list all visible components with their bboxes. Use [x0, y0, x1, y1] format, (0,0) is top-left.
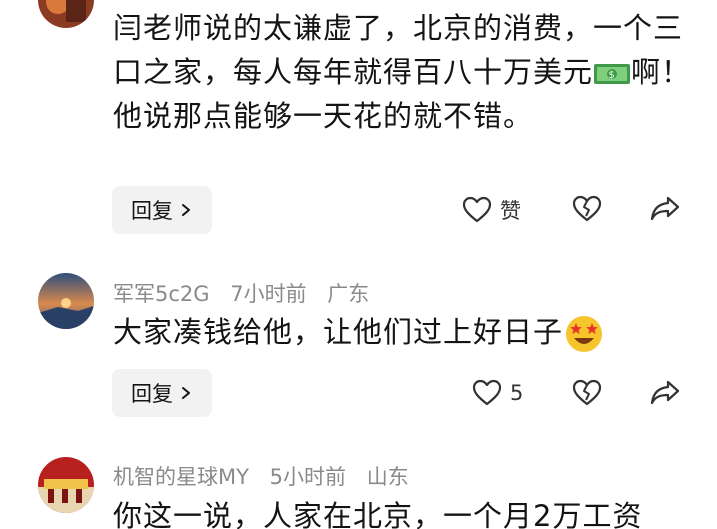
reply-button[interactable]: 回复: [112, 369, 212, 417]
dislike-button[interactable]: [572, 195, 602, 223]
broken-heart-icon: [572, 379, 602, 406]
like-button[interactable]: 5: [472, 379, 523, 407]
broken-heart-icon: [572, 195, 602, 222]
share-button[interactable]: [650, 379, 680, 407]
like-count: 5: [510, 381, 524, 405]
heart-outline-icon: [462, 196, 492, 223]
comment-text: 大家凑钱给他，让他们过上好日子: [113, 310, 703, 354]
reply-button[interactable]: 回复: [112, 186, 212, 234]
avatar[interactable]: [38, 0, 94, 28]
share-button[interactable]: [650, 195, 680, 223]
region: 山东: [366, 465, 409, 489]
chevron-right-icon: [182, 387, 190, 399]
avatar[interactable]: [38, 273, 94, 329]
share-arrow-icon: [650, 196, 680, 221]
region: 广东: [327, 282, 370, 306]
comment-text: 你这一说，人家在北京，一个月2万工资: [113, 499, 643, 529]
avatar[interactable]: [38, 457, 94, 513]
chevron-right-icon: [182, 204, 190, 216]
like-button[interactable]: 赞: [462, 195, 521, 225]
username[interactable]: 军军5c2G: [113, 282, 210, 306]
timestamp: 7小时前: [230, 282, 307, 306]
share-arrow-icon: [650, 380, 680, 405]
comment-meta: 机智的星球MY 5小时前 山东: [113, 461, 409, 491]
star-struck-emoji: [566, 316, 603, 352]
dislike-button[interactable]: [572, 379, 602, 407]
timestamp: 5小时前: [269, 465, 347, 489]
username[interactable]: 机智的星球MY: [113, 465, 249, 489]
comment-meta: 军军5c2G 7小时前 广东: [113, 278, 369, 308]
heart-outline-icon: [472, 379, 502, 406]
comment-text: 闫老师说的太谦虚了，北京的消费，一个三口之家，每人每年就得百八十万美元 $ 啊！他说…: [113, 11, 692, 133]
comment-feed: 闫老师说的太谦虚了，北京的消费，一个三口之家，每人每年就得百八十万美元 $ 啊！他说…: [0, 0, 717, 529]
svg-text:$: $: [608, 70, 615, 81]
like-label: 赞: [500, 199, 521, 223]
dollar-banknote-emoji: $: [594, 64, 631, 84]
